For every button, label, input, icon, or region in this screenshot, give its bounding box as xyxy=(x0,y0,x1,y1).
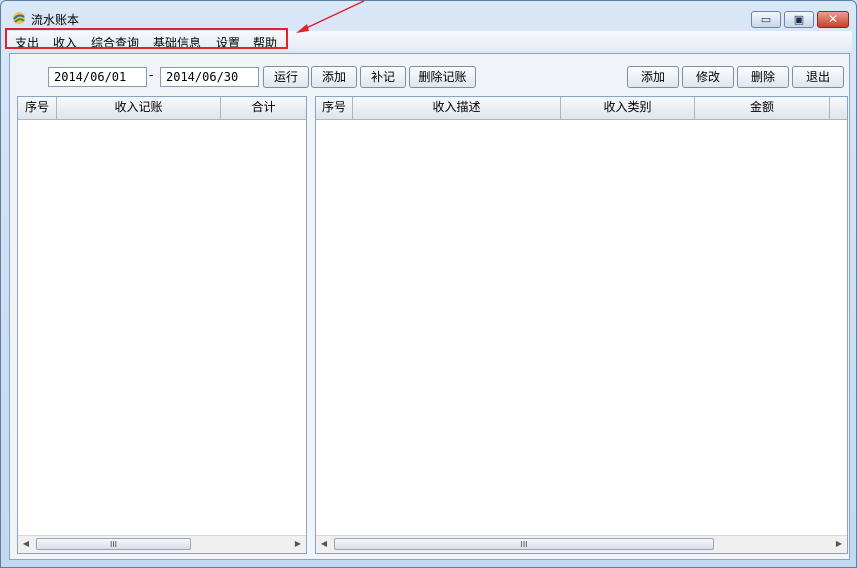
run-button[interactable]: 运行 xyxy=(263,66,309,88)
delete-record-button[interactable]: 删除记账 xyxy=(409,66,476,88)
menu-query[interactable]: 综合查询 xyxy=(91,34,139,51)
column-header-income-description[interactable]: 收入描述 xyxy=(353,97,561,119)
menu-basic-info[interactable]: 基础信息 xyxy=(153,34,201,51)
column-header-index[interactable]: 序号 xyxy=(316,97,353,119)
scroll-right-icon[interactable]: ▶ xyxy=(831,536,847,552)
menu-income[interactable]: 收入 xyxy=(53,34,77,51)
end-date-field[interactable]: 2014/06/30 xyxy=(160,67,259,87)
main-panel: 2014/06/01 - 2014/06/30 运行 添加 补记 删除记账 添加… xyxy=(9,53,850,560)
income-summary-table[interactable]: 序号 收入记账 合计 ◀ III ▶ xyxy=(17,96,307,554)
minimize-icon: ▭ xyxy=(760,13,772,26)
close-button[interactable]: ✕ xyxy=(817,11,849,28)
app-logo-icon xyxy=(13,12,25,24)
income-detail-table[interactable]: 序号 收入描述 收入类别 金额 ◀ III ▶ xyxy=(315,96,848,554)
scroll-thumb[interactable]: III xyxy=(36,538,191,550)
grip-icon: III xyxy=(109,540,118,549)
minimize-button[interactable]: ▭ xyxy=(751,11,781,28)
grip-icon: III xyxy=(520,540,528,549)
date-range-separator: - xyxy=(149,68,154,82)
column-header-amount[interactable]: 金额 xyxy=(695,97,830,119)
menu-settings[interactable]: 设置 xyxy=(216,34,240,51)
scroll-thumb[interactable]: III xyxy=(334,538,714,550)
title-bar: 流水账本 ▭ ▣ ✕ xyxy=(1,1,856,31)
start-date-field[interactable]: 2014/06/01 xyxy=(48,67,147,87)
window-title: 流水账本 xyxy=(31,13,80,27)
scroll-left-icon[interactable]: ◀ xyxy=(18,536,34,552)
scroll-left-icon[interactable]: ◀ xyxy=(316,536,332,552)
edit-button[interactable]: 修改 xyxy=(682,66,734,88)
column-header-income-record[interactable]: 收入记账 xyxy=(57,97,221,119)
menu-expense[interactable]: 支出 xyxy=(15,34,39,51)
menu-bar: 支出 收入 综合查询 基础信息 设置 帮助 xyxy=(7,31,852,51)
delete-button[interactable]: 删除 xyxy=(737,66,789,88)
right-add-button[interactable]: 添加 xyxy=(627,66,679,88)
table-header: 序号 收入描述 收入类别 金额 xyxy=(316,97,847,120)
close-icon: ✕ xyxy=(827,12,839,26)
table-header: 序号 收入记账 合计 xyxy=(18,97,306,120)
app-window: 流水账本 ▭ ▣ ✕ 支出 收入 综合查询 基础信息 设置 帮助 2014/06… xyxy=(0,0,857,568)
column-header-total[interactable]: 合计 xyxy=(221,97,306,119)
exit-button[interactable]: 退出 xyxy=(792,66,844,88)
column-header-income-category[interactable]: 收入类别 xyxy=(561,97,695,119)
horizontal-scrollbar[interactable]: ◀ III ▶ xyxy=(316,535,847,553)
maximize-button[interactable]: ▣ xyxy=(784,11,814,28)
horizontal-scrollbar[interactable]: ◀ III ▶ xyxy=(18,535,306,553)
menu-help[interactable]: 帮助 xyxy=(253,34,277,51)
column-header-index[interactable]: 序号 xyxy=(18,97,57,119)
scroll-right-icon[interactable]: ▶ xyxy=(290,536,306,552)
supplement-button[interactable]: 补记 xyxy=(360,66,406,88)
maximize-icon: ▣ xyxy=(793,13,805,26)
add-button[interactable]: 添加 xyxy=(311,66,357,88)
